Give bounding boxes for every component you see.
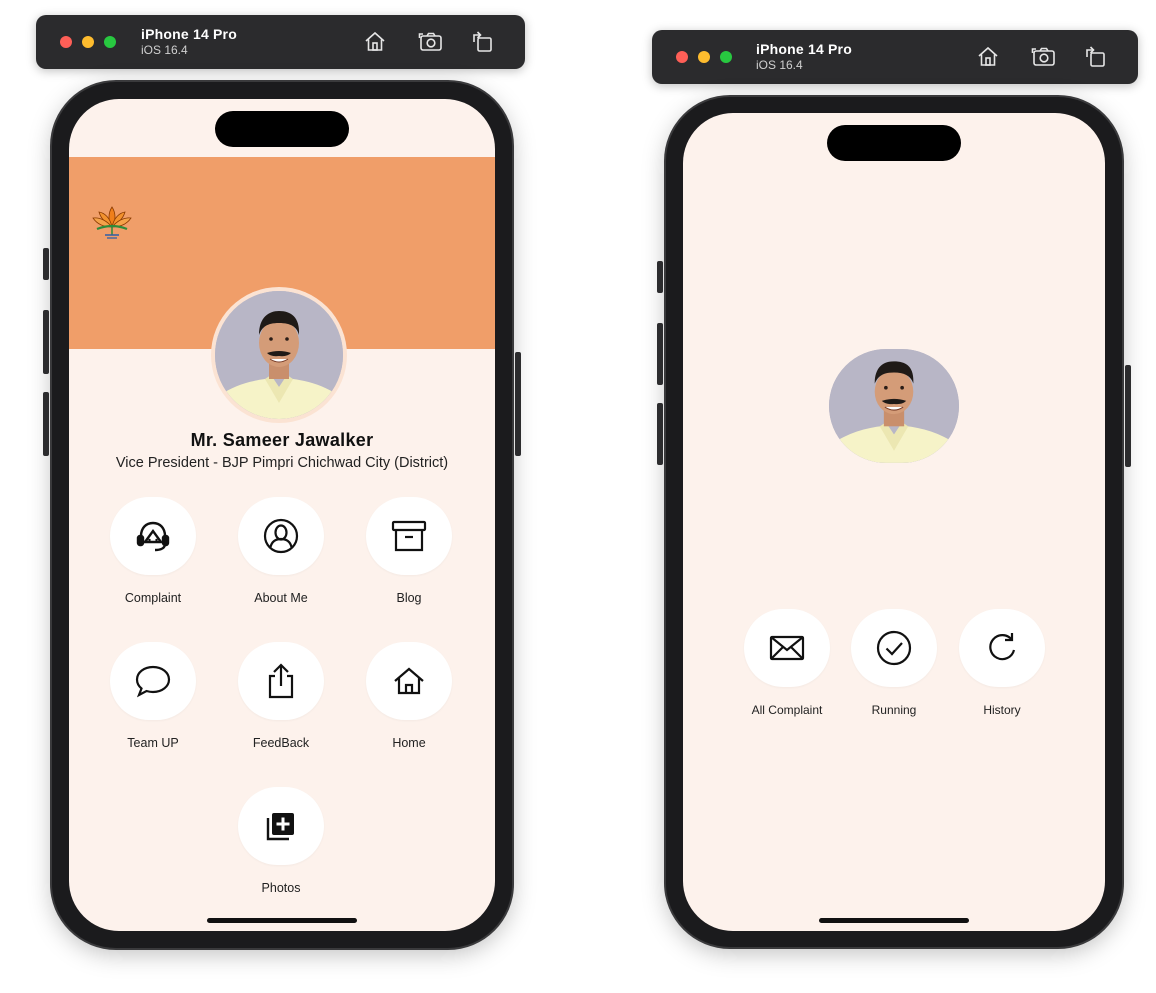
check-circle-icon — [876, 630, 912, 666]
blog-button[interactable] — [366, 497, 452, 575]
zoom-window-button[interactable] — [104, 36, 116, 48]
volume-down-button[interactable] — [657, 403, 663, 465]
menu-label: About Me — [254, 591, 308, 605]
action-button[interactable] — [43, 248, 49, 280]
os-version: iOS 16.4 — [141, 43, 188, 57]
menu-tile-blog[interactable]: Blog — [349, 497, 469, 605]
screenshot-icon[interactable] — [1031, 44, 1057, 70]
menu-label: Team UP — [127, 736, 179, 750]
app-screen-home: Mr. Sameer Jawalker Vice President - BJP… — [69, 99, 495, 931]
simulator-toolbar-right: iPhone 14 Pro iOS 16.4 — [652, 30, 1138, 84]
photos-button[interactable] — [238, 787, 324, 865]
menu-tile-all-complaint[interactable]: All Complaint — [727, 609, 847, 717]
menu-label: Blog — [396, 591, 422, 605]
menu-tile-complaint[interactable]: Complaint — [93, 497, 213, 605]
home-icon[interactable] — [362, 29, 388, 55]
screenshot-icon[interactable] — [418, 29, 444, 55]
zoom-window-button[interactable] — [720, 51, 732, 63]
running-button[interactable] — [851, 609, 937, 687]
iphone-frame-right: All Complaint Running History — [657, 97, 1131, 947]
menu-tile-photos[interactable]: Photos — [221, 787, 341, 895]
history-button[interactable] — [959, 609, 1045, 687]
close-window-button[interactable] — [60, 36, 72, 48]
dynamic-island — [215, 111, 349, 147]
minimize-window-button[interactable] — [698, 51, 710, 63]
volume-down-button[interactable] — [43, 392, 49, 456]
simulator-toolbar-left: iPhone 14 Pro iOS 16.4 — [36, 15, 525, 69]
home-indicator[interactable] — [207, 918, 357, 923]
feedback-button[interactable] — [238, 642, 324, 720]
menu-label: Running — [871, 703, 917, 717]
chat-bubble-icon — [135, 665, 171, 698]
all-complaint-button[interactable] — [744, 609, 830, 687]
headset-icon — [136, 521, 170, 552]
menu-tile-feedback[interactable]: FeedBack — [221, 642, 341, 750]
team-up-button[interactable] — [110, 642, 196, 720]
home-icon — [394, 667, 424, 695]
home-button[interactable] — [366, 642, 452, 720]
menu-tile-running[interactable]: Running — [834, 609, 954, 717]
os-version: iOS 16.4 — [756, 58, 803, 72]
menu-label: Complaint — [124, 591, 182, 605]
menu-label: FeedBack — [252, 736, 310, 750]
menu-label: All Complaint — [751, 703, 823, 717]
mail-icon — [769, 635, 805, 661]
minimize-window-button[interactable] — [82, 36, 94, 48]
app-screen-complaints: All Complaint Running History — [683, 113, 1105, 931]
user-circle-icon — [263, 518, 299, 554]
bjp-lotus-logo — [91, 201, 133, 243]
menu-tile-about-me[interactable]: About Me — [221, 497, 341, 605]
archive-box-icon — [391, 520, 427, 552]
rotate-icon[interactable] — [470, 29, 496, 55]
volume-up-button[interactable] — [43, 310, 49, 374]
menu-tile-home[interactable]: Home — [349, 642, 469, 750]
profile-avatar — [829, 349, 959, 463]
volume-up-button[interactable] — [657, 323, 663, 385]
menu-tile-team-up[interactable]: Team UP — [93, 642, 213, 750]
device-name: iPhone 14 Pro — [141, 26, 237, 42]
iphone-frame-left: Mr. Sameer Jawalker Vice President - BJP… — [43, 82, 521, 948]
refresh-icon — [989, 633, 1016, 661]
action-button[interactable] — [657, 261, 663, 293]
add-photo-icon — [266, 813, 294, 841]
power-button[interactable] — [1125, 365, 1131, 467]
power-button[interactable] — [515, 352, 521, 456]
device-name: iPhone 14 Pro — [756, 41, 852, 57]
rotate-icon[interactable] — [1083, 44, 1109, 70]
menu-label: Photos — [261, 881, 301, 895]
profile-designation: Vice President - BJP Pimpri Chichwad Cit… — [115, 455, 449, 471]
profile-avatar — [215, 291, 343, 419]
menu-label: History — [983, 703, 1021, 717]
profile-name: Mr. Sameer Jawalker — [190, 430, 374, 450]
home-icon[interactable] — [975, 44, 1001, 70]
dynamic-island — [827, 125, 961, 161]
menu-tile-history[interactable]: History — [942, 609, 1062, 717]
close-window-button[interactable] — [676, 51, 688, 63]
menu-label: Home — [392, 736, 426, 750]
about-me-button[interactable] — [238, 497, 324, 575]
share-icon — [268, 663, 294, 699]
home-indicator[interactable] — [819, 918, 969, 923]
complaint-button[interactable] — [110, 497, 196, 575]
